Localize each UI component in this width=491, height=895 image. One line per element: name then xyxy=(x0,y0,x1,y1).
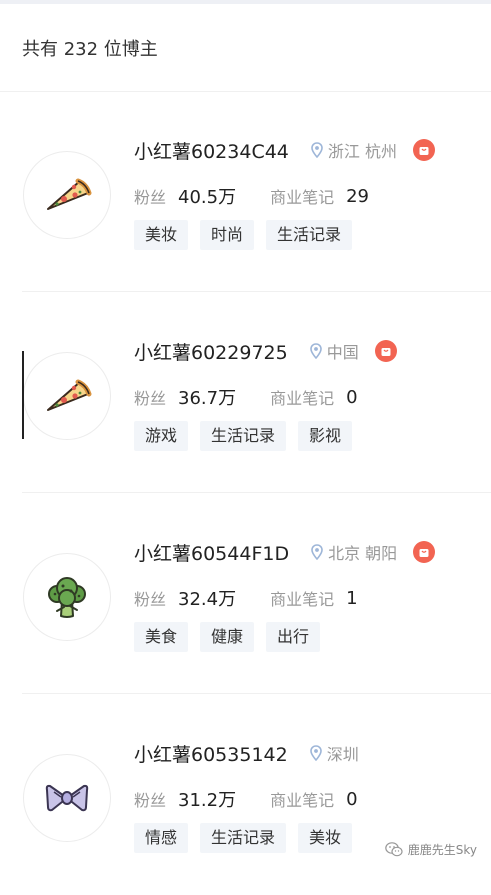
avatar[interactable] xyxy=(23,754,111,842)
location: 北京 朝阳 xyxy=(311,540,397,564)
tag[interactable]: 时尚 xyxy=(200,220,255,250)
avatar[interactable] xyxy=(23,352,111,440)
fans-count: 31.2万 xyxy=(178,790,237,811)
avatar[interactable] xyxy=(23,553,111,641)
notes-label: 商业笔记 xyxy=(270,590,335,609)
pizza-icon xyxy=(47,178,92,210)
location-text: 北京 朝阳 xyxy=(328,544,398,563)
shopping-bag-icon xyxy=(419,147,429,155)
broccoli-icon xyxy=(48,577,86,618)
top-strip xyxy=(0,0,491,4)
blogger-name[interactable]: 小红薯60229725 xyxy=(134,338,288,365)
tag[interactable]: 出行 xyxy=(266,622,321,652)
tag[interactable]: 美妆 xyxy=(298,823,353,853)
location: 深圳 xyxy=(309,741,359,765)
blogger-card-4[interactable]: 小红薯60535142 深圳 粉丝 31.2万 商业笔记 0 情感 生活记录 美… xyxy=(0,695,491,895)
location-text: 中国 xyxy=(326,343,359,362)
location-pin-icon xyxy=(309,343,322,359)
tags-row: 情感 生活记录 美妆 xyxy=(134,823,353,853)
stats-row: 粉丝 40.5万 商业笔记 29 xyxy=(134,184,370,209)
blogger-name[interactable]: 小红薯60535142 xyxy=(134,740,288,767)
fans-label: 粉丝 xyxy=(134,590,167,609)
tags-row: 美妆 时尚 生活记录 xyxy=(134,220,353,250)
tags-row: 游戏 生活记录 影视 xyxy=(134,421,353,451)
bow-icon xyxy=(45,784,89,812)
row-divider xyxy=(22,291,491,292)
tag[interactable]: 生活记录 xyxy=(200,823,287,853)
location-text: 深圳 xyxy=(326,745,359,764)
location-pin-icon xyxy=(311,544,323,560)
blogger-name[interactable]: 小红薯60544F1D xyxy=(134,539,289,566)
blogger-card-1[interactable]: 小红薯60234C44 浙江 杭州 粉丝 40.5万 商业笔记 29 美妆 时尚… xyxy=(0,92,491,292)
shopping-bag-icon xyxy=(419,549,429,557)
selected-row-indicator xyxy=(22,351,24,439)
name-row: 小红薯60535142 深圳 xyxy=(134,739,359,767)
pizza-icon xyxy=(47,379,92,411)
notes-count: 0 xyxy=(346,386,358,408)
tag[interactable]: 情感 xyxy=(134,823,189,853)
fans-count: 32.4万 xyxy=(178,589,237,610)
stats-row: 粉丝 36.7万 商业笔记 0 xyxy=(134,385,358,410)
notes-count: 0 xyxy=(346,788,358,810)
stats-row: 粉丝 31.2万 商业笔记 0 xyxy=(134,787,358,812)
tag[interactable]: 美妆 xyxy=(134,220,189,250)
notes-count: 29 xyxy=(346,185,370,207)
tag[interactable]: 游戏 xyxy=(134,421,189,451)
tag[interactable]: 健康 xyxy=(200,622,255,652)
location-pin-icon xyxy=(309,745,322,761)
fans-count: 36.7万 xyxy=(178,388,237,409)
tag[interactable]: 生活记录 xyxy=(200,421,287,451)
wechat-icon xyxy=(384,842,403,857)
fans-label: 粉丝 xyxy=(134,389,167,408)
brand-partner-badge xyxy=(412,139,435,161)
location: 浙江 杭州 xyxy=(311,138,397,162)
blogger-card-3[interactable]: 小红薯60544F1D 北京 朝阳 粉丝 32.4万 商业笔记 1 美食 健康 … xyxy=(0,494,491,694)
name-row: 小红薯60234C44 浙江 杭州 xyxy=(134,136,435,164)
blogger-count-title: 共有 232 位博主 xyxy=(22,39,158,60)
name-row: 小红薯60229725 中国 xyxy=(134,337,397,365)
blogger-name[interactable]: 小红薯60234C44 xyxy=(134,137,289,164)
shopping-bag-icon xyxy=(381,348,391,356)
tag[interactable]: 生活记录 xyxy=(266,220,353,250)
notes-label: 商业笔记 xyxy=(270,791,335,810)
notes-label: 商业笔记 xyxy=(270,188,335,207)
tag[interactable]: 美食 xyxy=(134,622,189,652)
location: 中国 xyxy=(309,339,359,363)
fans-label: 粉丝 xyxy=(134,791,167,810)
location-text: 浙江 杭州 xyxy=(327,142,397,161)
notes-count: 1 xyxy=(346,587,358,609)
tag[interactable]: 影视 xyxy=(298,421,353,451)
fans-label: 粉丝 xyxy=(134,188,167,207)
stats-row: 粉丝 32.4万 商业笔记 1 xyxy=(134,586,358,611)
avatar[interactable] xyxy=(23,151,111,239)
name-row: 小红薯60544F1D 北京 朝阳 xyxy=(134,538,436,566)
location-pin-icon xyxy=(311,142,323,158)
notes-label: 商业笔记 xyxy=(270,389,335,408)
row-divider xyxy=(22,492,491,493)
tags-row: 美食 健康 出行 xyxy=(134,622,321,652)
brand-partner-badge xyxy=(374,340,397,362)
row-divider xyxy=(22,693,491,694)
watermark: 鹿鹿先生Sky xyxy=(384,841,477,858)
watermark-text: 鹿鹿先生Sky xyxy=(407,843,477,857)
blogger-card-2[interactable]: 小红薯60229725 中国 粉丝 36.7万 商业笔记 0 游戏 生活记录 影… xyxy=(0,293,491,493)
fans-count: 40.5万 xyxy=(178,187,237,208)
brand-partner-badge xyxy=(413,541,436,563)
